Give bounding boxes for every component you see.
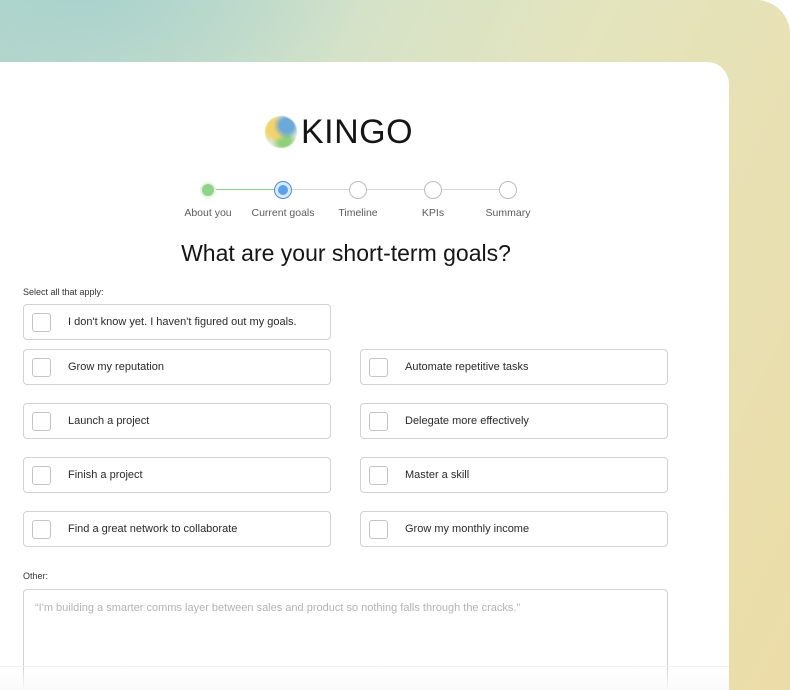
step-upcoming-dot (424, 181, 442, 199)
goal-option-grow-reputation[interactable]: Grow my reputation (23, 349, 331, 385)
checkbox[interactable] (369, 411, 388, 431)
goal-option-label: Master a skill (405, 469, 470, 481)
goal-option-master-skill[interactable]: Master a skill (360, 457, 668, 493)
step-label: Summary (485, 207, 531, 219)
step-summary[interactable]: Summary (463, 177, 553, 219)
checkbox[interactable] (32, 465, 51, 485)
checkbox[interactable] (32, 411, 51, 431)
select-all-hint: Select all that apply: (23, 287, 104, 297)
step-current-dot (274, 181, 292, 199)
goal-option-finish-project[interactable]: Finish a project (23, 457, 331, 493)
other-label: Other: (23, 571, 49, 581)
checkbox[interactable] (32, 519, 51, 539)
question-title: What are your short-term goals? (181, 240, 511, 266)
goal-option-launch-project[interactable]: Launch a project (23, 403, 331, 439)
goal-option-delegate[interactable]: Delegate more effectively (360, 403, 668, 439)
checkbox[interactable] (32, 357, 51, 377)
card-bottom-fade (0, 666, 729, 690)
goal-option-grow-income[interactable]: Grow my monthly income (360, 511, 668, 547)
checkbox[interactable] (32, 312, 51, 332)
goal-option-label: Automate repetitive tasks (405, 361, 529, 373)
checkbox[interactable] (369, 519, 388, 539)
goal-option-label: I don't know yet. I haven't figured out … (68, 316, 297, 328)
goal-option-label: Delegate more effectively (405, 415, 529, 427)
checkbox[interactable] (369, 465, 388, 485)
onboarding-card: KINGO About you Current goals Timeline K… (0, 62, 729, 690)
goal-option-dont-know[interactable]: I don't know yet. I haven't figured out … (23, 304, 331, 340)
goal-option-label: Find a great network to collaborate (68, 523, 238, 535)
goal-option-label: Grow my reputation (68, 361, 164, 373)
brand-name: KINGO (301, 113, 414, 151)
checkbox[interactable] (369, 357, 388, 377)
step-complete-dot (202, 184, 214, 196)
goal-option-label: Grow my monthly income (405, 523, 530, 535)
goal-option-label: Finish a project (68, 469, 143, 481)
step-upcoming-dot (349, 181, 367, 199)
brand-logo: KINGO (265, 112, 413, 152)
kingo-orb-logo-icon (265, 116, 297, 148)
goal-option-label: Launch a project (68, 415, 150, 427)
step-upcoming-dot (499, 181, 517, 199)
goal-option-find-network[interactable]: Find a great network to collaborate (23, 511, 331, 547)
progress-stepper: About you Current goals Timeline KPIs Su… (0, 177, 729, 227)
goal-option-automate-tasks[interactable]: Automate repetitive tasks (360, 349, 668, 385)
